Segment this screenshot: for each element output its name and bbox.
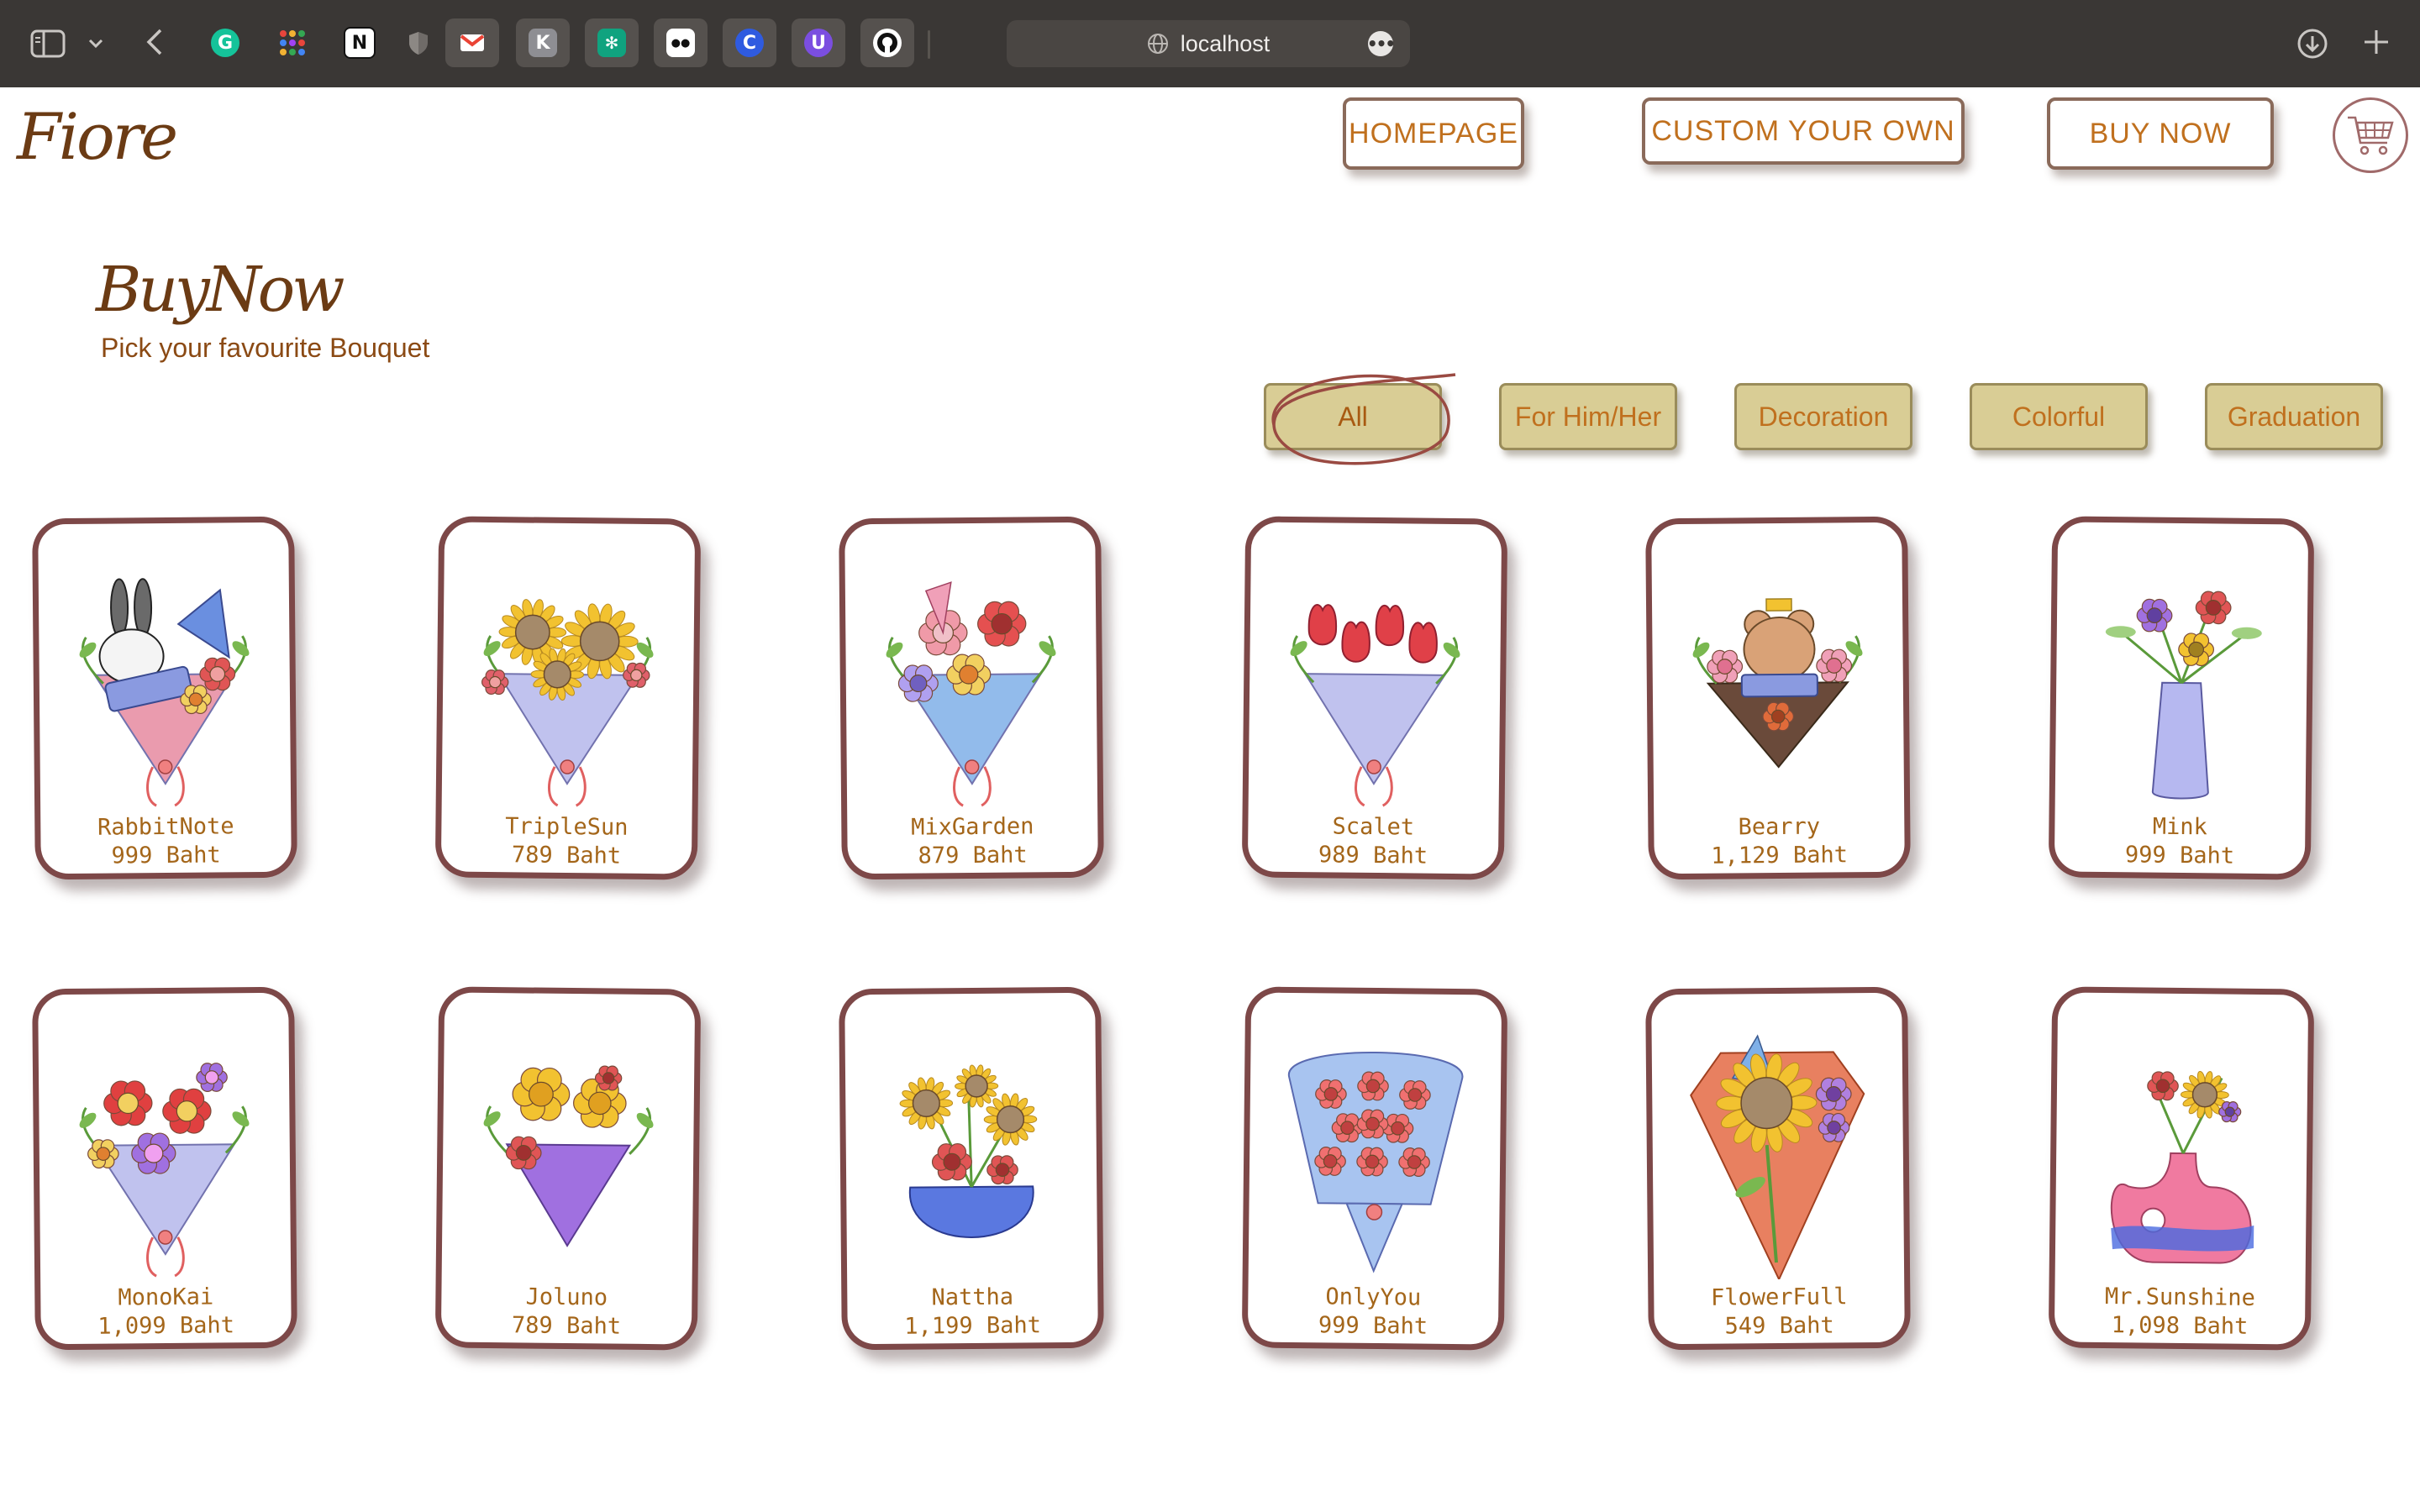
filter-decoration-button[interactable]: Decoration — [1734, 383, 1912, 450]
address-bar[interactable]: localhost ••• — [1007, 20, 1410, 67]
product-name: OnlyYou — [1325, 1284, 1422, 1311]
browser-tab[interactable]: U — [792, 18, 845, 67]
gmail-icon — [458, 29, 487, 57]
bouquet-illustration — [2105, 591, 2262, 800]
product-name: Scalet — [1332, 813, 1415, 841]
browser-tab[interactable]: G — [198, 18, 252, 67]
back-arrow-icon[interactable] — [139, 25, 170, 59]
browser-tab[interactable] — [860, 18, 914, 67]
bouquet-illustration — [899, 1064, 1038, 1238]
browser-toolbar: G N K ✻ ●● C U localhost ••• — [0, 0, 2420, 87]
filter-colorful-button[interactable]: Colorful — [1970, 383, 2148, 450]
product-card[interactable]: Bearry 1,129 Baht — [1645, 516, 1911, 880]
new-tab-icon[interactable] — [2360, 25, 2393, 59]
product-name: Mr.Sunshine — [2104, 1284, 2255, 1311]
cart-icon[interactable] — [2333, 97, 2408, 173]
proton-icon: U — [804, 29, 833, 57]
browser-tab[interactable]: C — [723, 18, 776, 67]
product-price: 989 Baht — [1318, 842, 1428, 869]
product-price: 789 Baht — [511, 1312, 622, 1340]
c-app-icon: C — [735, 29, 764, 57]
product-name: TripleSun — [505, 813, 629, 841]
nav-buy-now-button[interactable]: BUY NOW — [2047, 97, 2274, 170]
product-name: FlowerFull — [1710, 1284, 1848, 1311]
product-price: 879 Baht — [918, 842, 1028, 869]
site-logo[interactable]: Fiore — [17, 99, 178, 174]
product-name: Joluno — [525, 1284, 608, 1311]
product-name: Mink — [2152, 813, 2208, 841]
bouquet-illustration — [2110, 1070, 2254, 1264]
bouquet-illustration — [79, 578, 250, 807]
product-name: MixGarden — [911, 813, 1034, 841]
k-app-icon: K — [529, 29, 557, 57]
browser-tab[interactable]: N — [333, 18, 387, 67]
bouquet-illustration — [1692, 598, 1863, 769]
bouquet-illustration — [1288, 1052, 1464, 1273]
product-card[interactable]: MonoKai 1,099 Baht — [32, 986, 297, 1351]
product-price: 789 Baht — [511, 842, 622, 869]
product-card[interactable]: Mr.Sunshine 1,098 Baht — [2048, 986, 2315, 1351]
url-text: localhost — [1180, 30, 1270, 56]
product-card[interactable]: MixGarden 879 Baht — [839, 516, 1104, 880]
grammarly-icon: G — [211, 29, 239, 57]
product-price: 1,098 Baht — [2111, 1312, 2249, 1340]
product-card[interactable]: OnlyYou 999 Baht — [1241, 986, 1508, 1351]
product-card[interactable]: Mink 999 Baht — [2048, 516, 2315, 880]
bouquet-illustration — [1290, 604, 1460, 807]
sidebar-toggle-icon[interactable] — [30, 29, 66, 59]
apps-grid-icon — [278, 29, 307, 57]
more-options-icon[interactable]: ••• — [1367, 31, 1396, 56]
nav-homepage-button[interactable]: HOMEPAGE — [1343, 97, 1524, 170]
product-price: 1,129 Baht — [1711, 842, 1849, 869]
filter-graduation-button[interactable]: Graduation — [2205, 383, 2383, 450]
product-name: RabbitNote — [97, 813, 234, 841]
chatgpt-icon: ✻ — [597, 29, 626, 57]
product-price: 1,199 Baht — [904, 1312, 1042, 1340]
product-card[interactable]: Scalet 989 Baht — [1241, 516, 1508, 880]
product-price: 999 Baht — [111, 842, 221, 869]
medium-icon: ●● — [666, 29, 695, 57]
product-card[interactable]: Nattha 1,199 Baht — [839, 986, 1104, 1351]
nav-custom-your-own-button[interactable]: CUSTOM YOUR OWN — [1642, 97, 1965, 165]
product-card[interactable]: FlowerFull 549 Baht — [1645, 986, 1911, 1351]
product-price: 549 Baht — [1724, 1312, 1834, 1340]
page-title: BuyNow — [96, 254, 345, 326]
globe-icon — [1147, 34, 1168, 54]
bouquet-illustration — [481, 599, 654, 807]
selected-filter-circle — [1271, 373, 1456, 465]
product-name: Bearry — [1738, 813, 1821, 841]
browser-tab[interactable]: K — [516, 18, 570, 67]
bouquet-illustration — [79, 1063, 250, 1278]
download-icon[interactable] — [2296, 27, 2329, 60]
product-card[interactable]: RabbitNote 999 Baht — [32, 516, 297, 880]
product-price: 999 Baht — [1318, 1312, 1428, 1340]
product-name: MonoKai — [118, 1284, 214, 1311]
product-price: 999 Baht — [2124, 842, 2235, 869]
browser-tab[interactable]: ●● — [654, 18, 708, 67]
browser-tab[interactable] — [445, 18, 499, 67]
toolbar-separator — [928, 30, 930, 59]
browser-tab[interactable] — [266, 18, 319, 67]
bouquet-illustration — [1690, 1034, 1865, 1281]
page-subtitle: Pick your favourite Bouquet — [101, 333, 430, 363]
browser-tab[interactable] — [392, 18, 445, 67]
product-card[interactable]: Joluno 789 Baht — [434, 986, 702, 1351]
product-price: 1,099 Baht — [97, 1312, 235, 1340]
product-name: Nattha — [931, 1284, 1014, 1311]
bouquet-illustration — [886, 581, 1056, 807]
browser-tab[interactable]: ✻ — [585, 18, 639, 67]
shield-icon — [404, 29, 433, 57]
product-card[interactable]: TripleSun 789 Baht — [434, 516, 702, 880]
filter-for-him-her-button[interactable]: For Him/Her — [1499, 383, 1677, 450]
github-icon — [873, 29, 902, 57]
bouquet-illustration — [483, 1065, 654, 1247]
notion-icon: N — [344, 27, 376, 59]
chevron-down-icon[interactable] — [84, 32, 108, 55]
